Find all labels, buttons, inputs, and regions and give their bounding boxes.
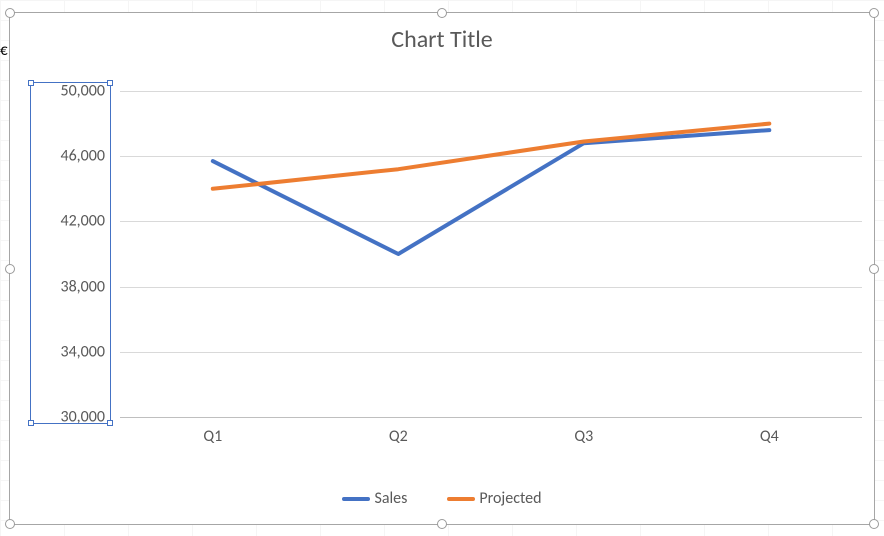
resize-handle[interactable] [869,264,879,274]
chart-legend[interactable]: Sales Projected [10,489,874,508]
y-tick-label: 50,000 [25,82,105,101]
partial-cell-content: € [0,42,8,60]
x-tick-label: Q2 [368,427,428,446]
y-axis-selection-outline[interactable] [30,82,111,424]
resize-handle[interactable] [437,519,447,529]
legend-entry-projected[interactable]: Projected [447,489,541,508]
resize-handle[interactable] [437,8,447,18]
x-tick-label: Q4 [739,427,799,446]
chart-object[interactable]: Chart Title 50,000 46,000 42,000 38,000 … [9,12,875,525]
resize-handle[interactable] [5,264,15,274]
x-tick-label: Q1 [183,427,243,446]
legend-label: Projected [479,489,541,508]
plot-area[interactable]: 50,000 46,000 42,000 38,000 34,000 30,00… [120,91,862,417]
legend-swatch-icon [447,497,475,501]
series-line-sales[interactable] [213,130,770,254]
y-tick-label: 38,000 [25,277,105,296]
resize-handle[interactable] [5,8,15,18]
legend-swatch-icon [342,497,370,501]
y-tick-label: 34,000 [25,342,105,361]
chart-series-svg [120,91,862,417]
resize-handle[interactable] [869,8,879,18]
y-tick-label: 46,000 [25,147,105,166]
selection-knob[interactable] [107,420,113,426]
selection-knob[interactable] [107,80,113,86]
legend-label: Sales [374,489,407,508]
series-line-projected[interactable] [213,124,770,189]
resize-handle[interactable] [5,519,15,529]
y-tick-label: 42,000 [25,212,105,231]
chart-title[interactable]: Chart Title [10,25,874,54]
resize-handle[interactable] [869,519,879,529]
x-tick-label: Q3 [554,427,614,446]
legend-entry-sales[interactable]: Sales [342,489,407,508]
x-axis-line [120,417,862,418]
y-tick-label: 30,000 [25,408,105,427]
